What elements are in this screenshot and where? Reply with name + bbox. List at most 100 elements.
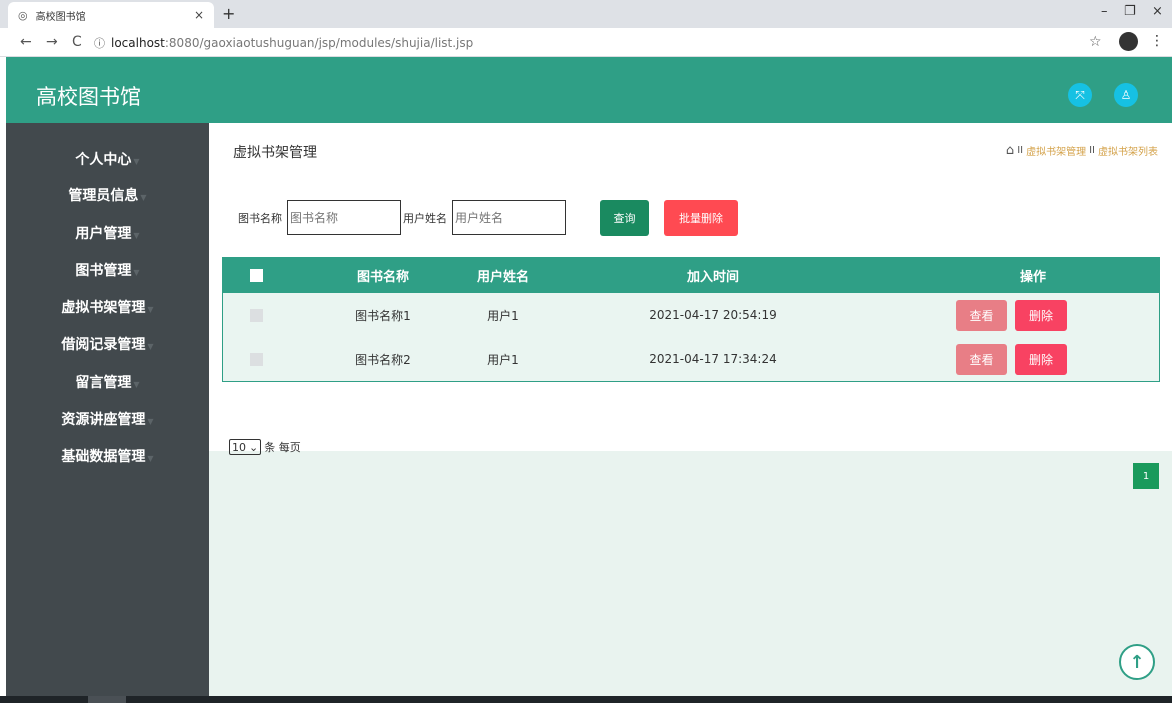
- window-close-icon[interactable]: ×: [1152, 4, 1163, 19]
- chevron-down-icon: ▼: [133, 268, 140, 277]
- new-tab-button[interactable]: +: [222, 4, 235, 23]
- cell-time: 2021-04-17 20:54:19: [649, 308, 777, 322]
- row-checkbox[interactable]: [249, 308, 263, 322]
- chevron-down-icon: ⌄: [249, 440, 259, 454]
- site-info-icon[interactable]: ⓘ: [94, 35, 105, 51]
- restore-icon[interactable]: ❐: [1124, 4, 1136, 19]
- brand-title: 高校图书馆: [36, 85, 141, 109]
- user-icon[interactable]: ♙: [1114, 83, 1138, 107]
- table-row: 图书名称2 用户1 2021-04-17 17:34:24 查看 删除: [223, 337, 1159, 381]
- view-button-cell: 查看: [956, 337, 1007, 381]
- table-row: 图书名称1 用户1 2021-04-17 20:54:19 查看 删除: [223, 293, 1159, 337]
- shelf-table: 图书名称 用户姓名 加入时间 操作 图书名称1 用户1 2021-04-17 2…: [222, 257, 1160, 382]
- sidebar-item-label: 管理员信息: [68, 188, 139, 204]
- sidebar-item-label: 图书管理: [75, 263, 132, 279]
- delete-button-cell: 删除: [1015, 293, 1067, 337]
- os-taskbar: [0, 696, 1172, 703]
- browser-tab[interactable]: ◎ 高校图书馆 ×: [8, 2, 214, 28]
- scroll-to-top-icon[interactable]: ↑: [1119, 644, 1155, 680]
- page-button-1[interactable]: 1: [1133, 463, 1159, 489]
- chevron-down-icon: ▼: [147, 305, 154, 314]
- chevron-down-icon: ▼: [140, 193, 147, 202]
- sidebar-item-lectures[interactable]: 资源讲座管理 ▼: [6, 408, 209, 432]
- address-bar: ← → C ⓘ localhost :8080/gaoxiaotushuguan…: [0, 28, 1172, 57]
- sidebar-item-messages[interactable]: 留言管理 ▼: [6, 371, 209, 395]
- select-all-checkbox[interactable]: [249, 269, 263, 282]
- book-name-label: 图书名称: [238, 212, 282, 225]
- browser-tabbar: ◎ 高校图书馆 × + – ❐ ×: [0, 0, 1172, 28]
- tab-close-icon[interactable]: ×: [194, 8, 204, 22]
- sidebar-item-label: 借阅记录管理: [61, 337, 146, 353]
- cell-user: 用户1: [487, 352, 519, 367]
- sidebar-item-user-mgmt[interactable]: 用户管理 ▼: [6, 222, 209, 246]
- profile-avatar-icon[interactable]: [1119, 32, 1138, 51]
- home-icon[interactable]: ⌂: [1006, 143, 1014, 158]
- breadcrumb: ⌂ II 虚拟书架管理 II 虚拟书架列表: [1006, 143, 1158, 158]
- sidebar-item-label: 留言管理: [75, 375, 132, 391]
- minimize-icon[interactable]: –: [1101, 4, 1108, 19]
- page-size-control: 10 ⌄ 条 每页: [229, 439, 301, 455]
- reload-icon[interactable]: C: [72, 34, 82, 50]
- breadcrumb-separator: II: [1089, 145, 1095, 156]
- sidebar-item-label: 资源讲座管理: [61, 412, 146, 428]
- user-name-label: 用户姓名: [403, 212, 447, 225]
- sidebar-item-personal-center[interactable]: 个人中心 ▼: [6, 148, 209, 172]
- view-button[interactable]: 查看: [956, 299, 1007, 331]
- table-header: 图书名称 用户姓名 加入时间 操作: [223, 258, 1159, 293]
- query-button[interactable]: 查询: [600, 200, 649, 236]
- breadcrumb-item[interactable]: 虚拟书架列表: [1098, 143, 1158, 158]
- sidebar-item-borrow-records[interactable]: 借阅记录管理 ▼: [6, 333, 209, 357]
- col-header-user: 用户姓名: [476, 270, 529, 285]
- url-host: localhost: [111, 35, 165, 50]
- taskbar-item[interactable]: [88, 696, 126, 703]
- url-path: :8080/gaoxiaotushuguan/jsp/modules/shuji…: [164, 35, 474, 50]
- app-header: 高校图书馆 ⤧ ♙: [6, 57, 1172, 123]
- cell-book: 图书名称1: [355, 308, 411, 323]
- browser-menu-icon[interactable]: ⋮: [1150, 33, 1164, 49]
- user-name-input[interactable]: [452, 200, 566, 235]
- page-title: 虚拟书架管理: [233, 145, 317, 161]
- col-header-time: 加入时间: [686, 270, 739, 285]
- forward-icon[interactable]: →: [46, 34, 58, 50]
- row-checkbox-cell: [241, 337, 271, 381]
- sidebar-item-label: 个人中心: [75, 152, 132, 168]
- sidebar-item-book-mgmt[interactable]: 图书管理 ▼: [6, 259, 209, 283]
- sidebar: 个人中心 ▼ 管理员信息 ▼ 用户管理 ▼ 图书管理 ▼ 虚拟书架管理 ▼ 借阅记录管理 ▼…: [6, 123, 209, 703]
- chevron-down-icon: ▼: [133, 231, 140, 240]
- delete-button-cell: 删除: [1015, 337, 1067, 381]
- url-field[interactable]: ⓘ localhost :8080/gaoxiaotushuguan/jsp/m…: [94, 31, 1114, 54]
- back-icon[interactable]: ←: [20, 34, 32, 50]
- sidebar-item-label: 基础数据管理: [61, 449, 146, 465]
- breadcrumb-item[interactable]: 虚拟书架管理: [1026, 143, 1086, 158]
- cell-book: 图书名称2: [355, 352, 411, 367]
- col-header-actions: 操作: [1019, 270, 1046, 285]
- sidebar-item-label: 用户管理: [75, 226, 132, 242]
- bookmark-star-icon[interactable]: ☆: [1089, 34, 1102, 50]
- sidebar-item-base-data[interactable]: 基础数据管理 ▼: [6, 445, 209, 469]
- tab-title: 高校图书馆: [35, 11, 86, 23]
- chevron-down-icon: ▼: [147, 417, 154, 426]
- cell-time: 2021-04-17 17:34:24: [649, 352, 777, 366]
- fullscreen-icon[interactable]: ⤧: [1068, 83, 1092, 107]
- select-all-checkbox-cell: [241, 258, 271, 293]
- row-checkbox[interactable]: [249, 352, 263, 366]
- col-header-book: 图书名称: [356, 270, 409, 285]
- page-size-select[interactable]: 10 ⌄: [229, 439, 262, 455]
- main-content: 虚拟书架管理 ⌂ II 虚拟书架管理 II 虚拟书架列表 图书名称 用户姓名 查…: [209, 123, 1172, 489]
- delete-button[interactable]: 删除: [1015, 299, 1067, 331]
- sidebar-item-virtual-shelf[interactable]: 虚拟书架管理 ▼: [6, 296, 209, 320]
- delete-button[interactable]: 删除: [1015, 343, 1067, 375]
- sidebar-item-admin-info[interactable]: 管理员信息 ▼: [6, 184, 209, 208]
- chevron-down-icon: ▼: [147, 342, 154, 351]
- sidebar-item-label: 虚拟书架管理: [61, 300, 146, 316]
- batch-delete-button[interactable]: 批量删除: [664, 200, 738, 236]
- breadcrumb-separator: II: [1017, 145, 1024, 156]
- app-root: 高校图书馆 ⤧ ♙ 个人中心 ▼ 管理员信息 ▼ 用户管理 ▼ 图书管理 ▼ 虚拟书架管…: [6, 57, 1172, 703]
- row-checkbox-cell: [241, 293, 271, 337]
- chevron-down-icon: ▼: [133, 157, 140, 166]
- book-name-input[interactable]: [287, 200, 401, 235]
- page-size-value: 10: [232, 440, 246, 454]
- chevron-down-icon: ▼: [133, 380, 140, 389]
- favicon-icon: ◎: [18, 8, 28, 22]
- view-button[interactable]: 查看: [956, 343, 1007, 375]
